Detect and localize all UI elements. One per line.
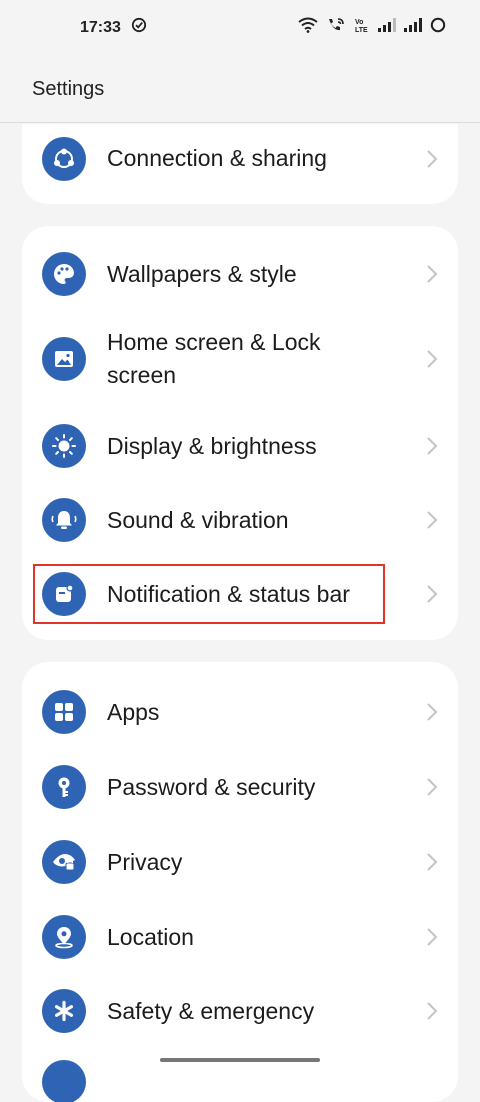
signal-icon-1 bbox=[378, 18, 396, 32]
bell-icon bbox=[42, 498, 86, 542]
settings-item-label: Home screen & Lock bbox=[107, 329, 321, 355]
settings-item-notification-status-bar[interactable]: Notification & status bar bbox=[22, 566, 458, 622]
wifi-icon bbox=[298, 17, 318, 33]
settings-item-label: Apps bbox=[107, 699, 160, 725]
chevron-right-icon bbox=[427, 511, 438, 529]
chevron-right-icon bbox=[427, 778, 438, 796]
eye-lock-icon bbox=[42, 840, 86, 884]
settings-item-safety-emergency[interactable]: Safety & emergency bbox=[22, 983, 458, 1039]
settings-item-label: Safety & emergency bbox=[107, 998, 315, 1024]
sun-icon bbox=[42, 424, 86, 468]
chevron-right-icon bbox=[427, 853, 438, 871]
chevron-right-icon bbox=[427, 1002, 438, 1020]
settings-item-display-brightness[interactable]: Display & brightness bbox=[22, 418, 458, 474]
notification-icon bbox=[42, 572, 86, 616]
settings-group-3: Apps Password & security Privacy Locatio… bbox=[22, 662, 458, 1102]
settings-item-home-lock-screen[interactable]: Home screen & Lock screen bbox=[22, 322, 458, 396]
key-icon bbox=[42, 765, 86, 809]
header: Settings bbox=[0, 56, 480, 123]
settings-item-connection-sharing[interactable]: Connection & sharing bbox=[22, 132, 458, 186]
settings-group-2: Wallpapers & style Home screen & Lock sc… bbox=[22, 226, 458, 640]
chevron-right-icon bbox=[427, 350, 438, 368]
signal-icon-2 bbox=[404, 18, 422, 32]
chevron-right-icon bbox=[427, 928, 438, 946]
settings-item-sound-vibration[interactable]: Sound & vibration bbox=[22, 492, 458, 548]
chevron-right-icon bbox=[427, 703, 438, 721]
wifi-calling-icon bbox=[326, 17, 346, 33]
connection-icon bbox=[42, 137, 86, 181]
chevron-right-icon bbox=[427, 585, 438, 603]
svg-text:Vo: Vo bbox=[355, 19, 363, 26]
chevron-right-icon bbox=[427, 265, 438, 283]
svg-text:LTE: LTE bbox=[355, 27, 368, 33]
settings-item-password-security[interactable]: Password & security bbox=[22, 759, 458, 815]
volte-icon: Vo LTE bbox=[354, 17, 370, 33]
partial-next-item-icon bbox=[42, 1060, 86, 1102]
settings-item-label: Connection & sharing bbox=[107, 145, 327, 171]
settings-item-label: Display & brightness bbox=[107, 433, 317, 459]
settings-item-wallpapers-style[interactable]: Wallpapers & style bbox=[22, 246, 458, 302]
image-icon bbox=[42, 337, 86, 381]
apps-grid-icon bbox=[42, 690, 86, 734]
asterisk-icon bbox=[42, 989, 86, 1033]
settings-item-label: Notification & status bar bbox=[107, 581, 350, 607]
chevron-right-icon bbox=[427, 437, 438, 455]
home-indicator[interactable] bbox=[160, 1058, 320, 1062]
chevron-right-icon bbox=[427, 150, 438, 168]
page-title: Settings bbox=[32, 78, 105, 100]
settings-item-apps[interactable]: Apps bbox=[22, 684, 458, 740]
settings-item-label: Sound & vibration bbox=[107, 507, 289, 533]
settings-item-label: Wallpapers & style bbox=[107, 261, 297, 287]
palette-icon bbox=[42, 252, 86, 296]
settings-item-location[interactable]: Location bbox=[22, 909, 458, 965]
settings-item-label: Location bbox=[107, 924, 194, 950]
battery-icon bbox=[430, 17, 446, 33]
settings-item-privacy[interactable]: Privacy bbox=[22, 834, 458, 890]
status-time: 17:33 bbox=[80, 18, 121, 36]
settings-item-label-line2: screen bbox=[107, 362, 177, 388]
settings-group-1: Connection & sharing bbox=[22, 124, 458, 204]
sync-check-icon bbox=[131, 17, 147, 38]
settings-item-label: Privacy bbox=[107, 849, 183, 875]
location-icon bbox=[42, 915, 86, 959]
settings-item-label: Password & security bbox=[107, 774, 316, 800]
status-bar: 17:33 Vo LTE bbox=[0, 0, 480, 56]
